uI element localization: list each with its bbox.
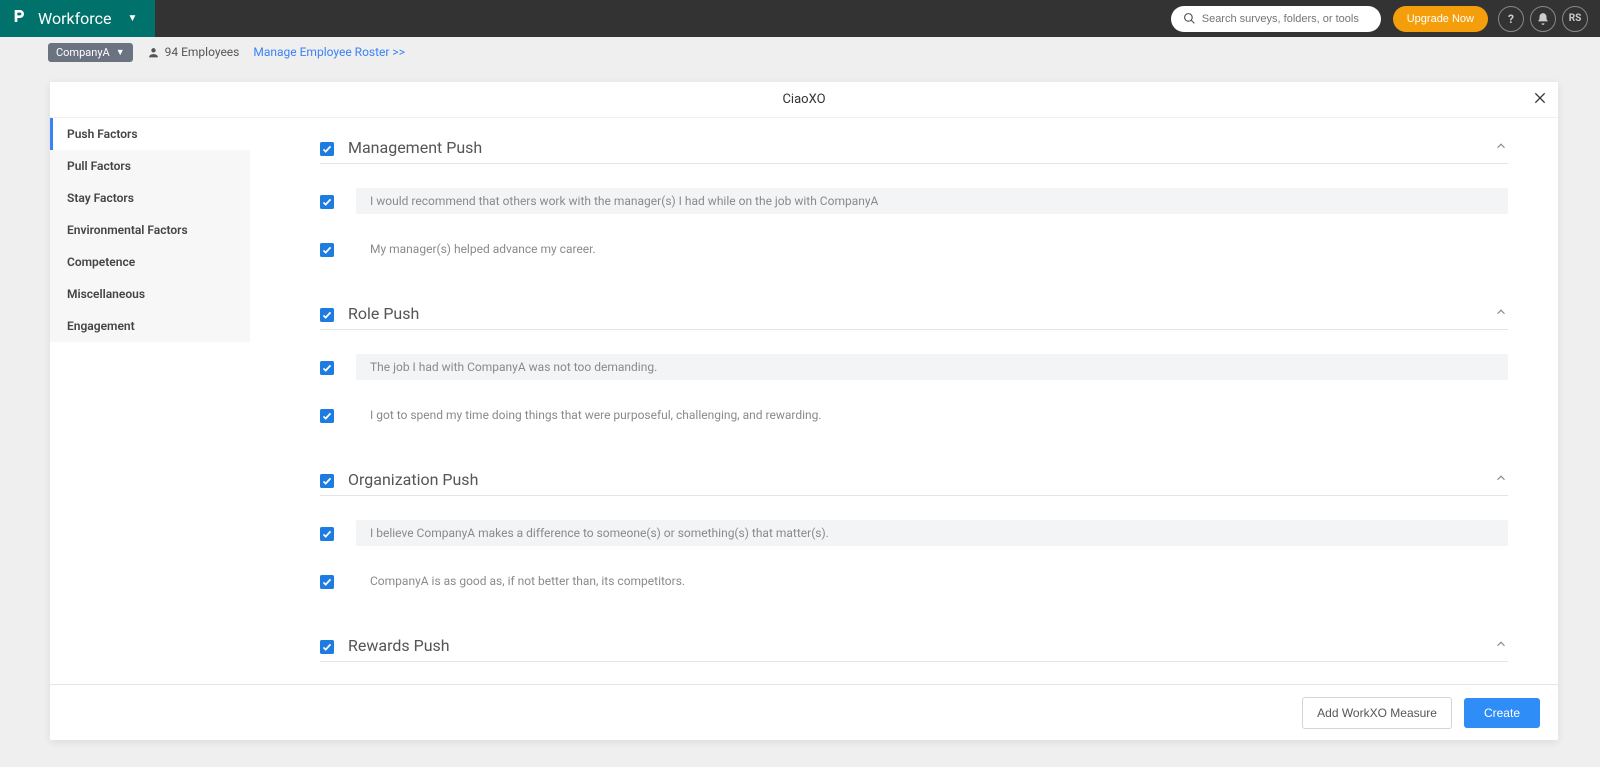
- create-button[interactable]: Create: [1464, 698, 1540, 728]
- sidebar-item-miscellaneous[interactable]: Miscellaneous: [50, 278, 250, 310]
- search-input[interactable]: [1202, 13, 1369, 25]
- brand-text: Workforce: [38, 9, 111, 28]
- caret-down-icon: ▼: [127, 13, 137, 24]
- measure-row: CompanyA is as good as, if not better th…: [320, 562, 1508, 600]
- measure-text: CompanyA is as good as, if not better th…: [356, 568, 1508, 594]
- measure-row: I believe CompanyA makes a difference to…: [320, 514, 1508, 552]
- brand-dropdown[interactable]: Workforce ▼: [0, 0, 155, 37]
- section-checkbox[interactable]: [320, 141, 334, 155]
- section-checkbox[interactable]: [320, 473, 334, 487]
- users-icon: [147, 46, 160, 59]
- section-header: Rewards Push: [320, 636, 1508, 662]
- sidebar-item-push-factors[interactable]: Push Factors: [50, 118, 250, 150]
- measure-text: I got to spend my time doing things that…: [356, 402, 1508, 428]
- company-selector[interactable]: CompanyA ▼: [48, 43, 133, 62]
- topbar: Workforce ▼ Upgrade Now ? RS: [0, 0, 1600, 37]
- modal-title: CiaoXO: [782, 92, 825, 107]
- sidebar-item-engagement[interactable]: Engagement: [50, 310, 250, 342]
- measure-checkbox[interactable]: [320, 408, 334, 422]
- upgrade-button[interactable]: Upgrade Now: [1393, 6, 1488, 32]
- measure-checkbox[interactable]: [320, 360, 334, 374]
- modal-body: Push FactorsPull FactorsStay FactorsEnvi…: [50, 118, 1558, 684]
- measure-row: My manager(s) helped advance my career.: [320, 230, 1508, 268]
- section-title: Management Push: [348, 138, 1480, 157]
- section-management-push: Management Push I would recommend that ot…: [320, 138, 1508, 268]
- close-button[interactable]: [1532, 90, 1548, 110]
- content-area: Management Push I would recommend that ot…: [250, 118, 1558, 684]
- brand-logo-icon: [12, 8, 28, 29]
- section-role-push: Role Push The job I had with CompanyA was…: [320, 304, 1508, 434]
- sidebar-item-environmental-factors[interactable]: Environmental Factors: [50, 214, 250, 246]
- sidebar-item-pull-factors[interactable]: Pull Factors: [50, 150, 250, 182]
- sidebar: Push FactorsPull FactorsStay FactorsEnvi…: [50, 118, 250, 684]
- close-icon: [1532, 90, 1548, 106]
- employee-count: 94 Employees: [147, 45, 240, 59]
- sidebar-item-competence[interactable]: Competence: [50, 246, 250, 278]
- chevron-up-icon: [1494, 139, 1508, 153]
- notifications-button[interactable]: [1530, 6, 1556, 32]
- chevron-up-icon: [1494, 471, 1508, 485]
- measure-row: I would recommend that others work with …: [320, 182, 1508, 220]
- measure-checkbox[interactable]: [320, 574, 334, 588]
- section-checkbox[interactable]: [320, 639, 334, 653]
- collapse-button[interactable]: [1494, 304, 1508, 323]
- section-title: Organization Push: [348, 470, 1480, 489]
- measure-text: I would recommend that others work with …: [356, 188, 1508, 214]
- help-button[interactable]: ?: [1498, 6, 1524, 32]
- collapse-button[interactable]: [1494, 470, 1508, 489]
- manage-roster-link[interactable]: Manage Employee Roster >>: [253, 45, 405, 59]
- modal-header: CiaoXO: [50, 82, 1558, 118]
- section-organization-push: Organization Push I believe CompanyA make…: [320, 470, 1508, 600]
- section-rewards-push: Rewards PushWhen employed by CompanyA I …: [320, 636, 1508, 684]
- search-icon: [1183, 12, 1196, 25]
- company-label: CompanyA: [56, 46, 110, 59]
- modal-footer: Add WorkXO Measure Create: [50, 684, 1558, 740]
- bell-icon: [1536, 12, 1550, 26]
- measure-checkbox[interactable]: [320, 526, 334, 540]
- section-header: Role Push: [320, 304, 1508, 330]
- user-avatar[interactable]: RS: [1562, 6, 1588, 32]
- measure-checkbox[interactable]: [320, 242, 334, 256]
- measure-row: I got to spend my time doing things that…: [320, 396, 1508, 434]
- collapse-button[interactable]: [1494, 138, 1508, 157]
- subheader: CompanyA ▼ 94 Employees Manage Employee …: [0, 37, 1600, 67]
- section-title: Rewards Push: [348, 636, 1480, 655]
- measure-checkbox[interactable]: [320, 194, 334, 208]
- sidebar-item-stay-factors[interactable]: Stay Factors: [50, 182, 250, 214]
- section-header: Management Push: [320, 138, 1508, 164]
- collapse-button[interactable]: [1494, 636, 1508, 655]
- section-checkbox[interactable]: [320, 307, 334, 321]
- modal: CiaoXO Push FactorsPull FactorsStay Fact…: [50, 82, 1558, 740]
- measure-text: I believe CompanyA makes a difference to…: [356, 520, 1508, 546]
- measure-row: The job I had with CompanyA was not too …: [320, 348, 1508, 386]
- chevron-up-icon: [1494, 637, 1508, 651]
- add-measure-button[interactable]: Add WorkXO Measure: [1302, 697, 1452, 729]
- section-title: Role Push: [348, 304, 1480, 323]
- section-header: Organization Push: [320, 470, 1508, 496]
- search-box[interactable]: [1171, 6, 1381, 32]
- measure-text: My manager(s) helped advance my career.: [356, 236, 1508, 262]
- chevron-up-icon: [1494, 305, 1508, 319]
- caret-down-icon: ▼: [116, 47, 125, 58]
- measure-text: The job I had with CompanyA was not too …: [356, 354, 1508, 380]
